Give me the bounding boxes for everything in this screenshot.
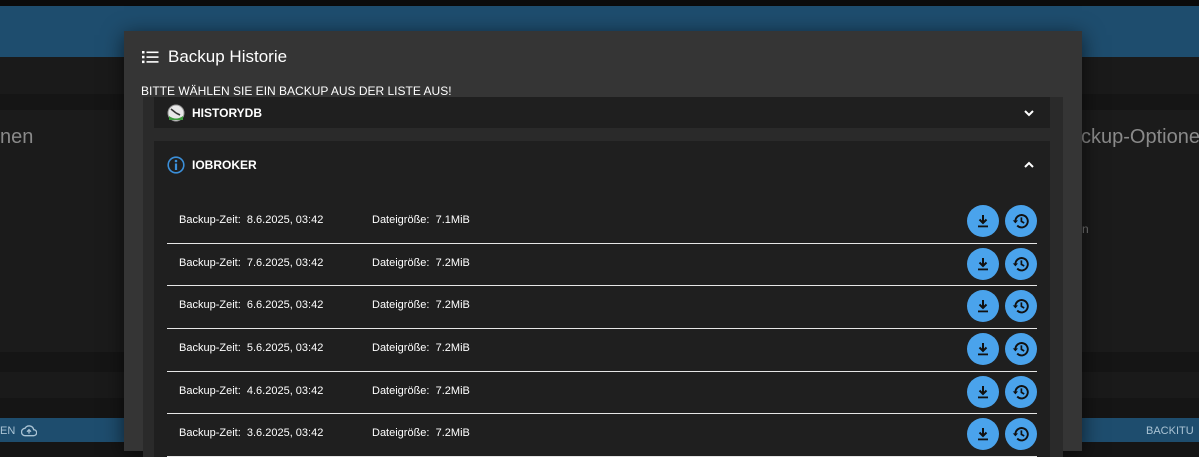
backup-size: Dateigröße: 7.2MiB [372,342,470,355]
restore-icon [1012,256,1029,271]
list-icon [142,51,159,64]
backup-time: Backup-Zeit: 3.6.2025, 03:42 [179,427,324,440]
backup-time: Backup-Zeit: 7.6.2025, 03:42 [179,256,324,269]
backup-size: Dateigröße: 7.1MiB [372,214,470,226]
restore-icon [1012,384,1029,400]
cloud-upload-icon [21,425,38,437]
backup-row: Backup-Zeit: 7.6.2025, 03:42 Dateigröße:… [167,244,1037,287]
download-icon [978,385,988,399]
backup-time: Backup-Zeit: 5.6.2025, 03:42 [179,342,324,355]
chevron-up-icon[interactable] [1022,158,1036,172]
backup-history-dialog: Backup Historie BITTE WÄHLEN SIE EIN BAC… [124,31,1082,457]
section-header[interactable]: IOBROKER [154,141,1050,189]
download-button[interactable] [967,333,999,366]
download-icon [978,343,988,356]
restore-icon [1012,427,1029,442]
footer-left-label: EN [0,425,16,437]
download-button[interactable] [967,247,999,280]
download-button[interactable] [967,418,999,451]
dialog-instruction: BITTE WÄHLEN SIE EIN BACKUP AUS DER LIST… [141,84,452,98]
restore-button[interactable] [1005,205,1037,237]
backup-list: Backup-Zeit: 8.6.2025, 03:42 Dateigröße:… [167,201,1037,457]
restore-button[interactable] [1005,418,1037,451]
section-title: HISTORYDB [192,105,263,120]
background-card-title-right: ckup-Optione [1081,126,1199,148]
download-button[interactable] [967,290,999,323]
footer-right-button[interactable]: BACKITU [1146,425,1194,437]
dialog-header: Backup Historie [142,47,287,67]
background-card-text-right: n [1082,222,1089,236]
restore-icon [1012,214,1029,229]
restore-button[interactable] [1005,333,1037,366]
backup-time: Backup-Zeit: 8.6.2025, 03:42 [179,214,324,226]
restore-icon [1012,299,1029,314]
download-button[interactable] [967,205,999,237]
backup-list-scroll-area[interactable]: HISTORYDB IOBROKER Backup-Zeit: 8.6.2025… [143,97,1063,457]
dialog-title: Backup Historie [168,47,288,66]
backup-size: Dateigröße: 7.2MiB [372,256,470,269]
restore-icon [1012,342,1029,357]
backup-time: Backup-Zeit: 4.6.2025, 03:42 [179,384,324,397]
download-button[interactable] [967,375,999,408]
backup-row: Backup-Zeit: 8.6.2025, 03:42 Dateigröße:… [167,201,1037,244]
backup-size: Dateigröße: 7.2MiB [372,384,470,397]
backup-size: Dateigröße: 7.2MiB [372,427,470,440]
download-icon [978,257,988,270]
chevron-down-icon[interactable] [1022,106,1036,120]
backup-row: Backup-Zeit: 5.6.2025, 03:42 Dateigröße:… [167,329,1037,372]
section-title: IOBROKER [192,158,257,172]
footer-left-button[interactable]: EN [0,425,38,437]
backup-size: Dateigröße: 7.2MiB [372,299,470,312]
download-icon [978,428,988,441]
background-card-title-left: nen [0,126,34,148]
restore-button[interactable] [1005,247,1037,280]
backup-row: Backup-Zeit: 6.6.2025, 03:42 Dateigröße:… [167,286,1037,330]
section-iobroker: IOBROKER Backup-Zeit: 8.6.2025, 03:42 Da… [154,141,1050,457]
restore-button[interactable] [1005,375,1037,408]
download-icon [978,215,988,228]
section-historydb[interactable]: HISTORYDB [154,97,1050,128]
historydb-clock-icon [167,104,185,121]
backup-row: Backup-Zeit: 3.6.2025, 03:42 Dateigröße:… [167,414,1037,457]
download-icon [978,300,988,313]
backup-row: Backup-Zeit: 4.6.2025, 03:42 Dateigröße:… [167,372,1037,415]
backup-time: Backup-Zeit: 6.6.2025, 03:42 [179,299,324,312]
restore-button[interactable] [1005,290,1037,323]
info-icon [167,156,185,174]
